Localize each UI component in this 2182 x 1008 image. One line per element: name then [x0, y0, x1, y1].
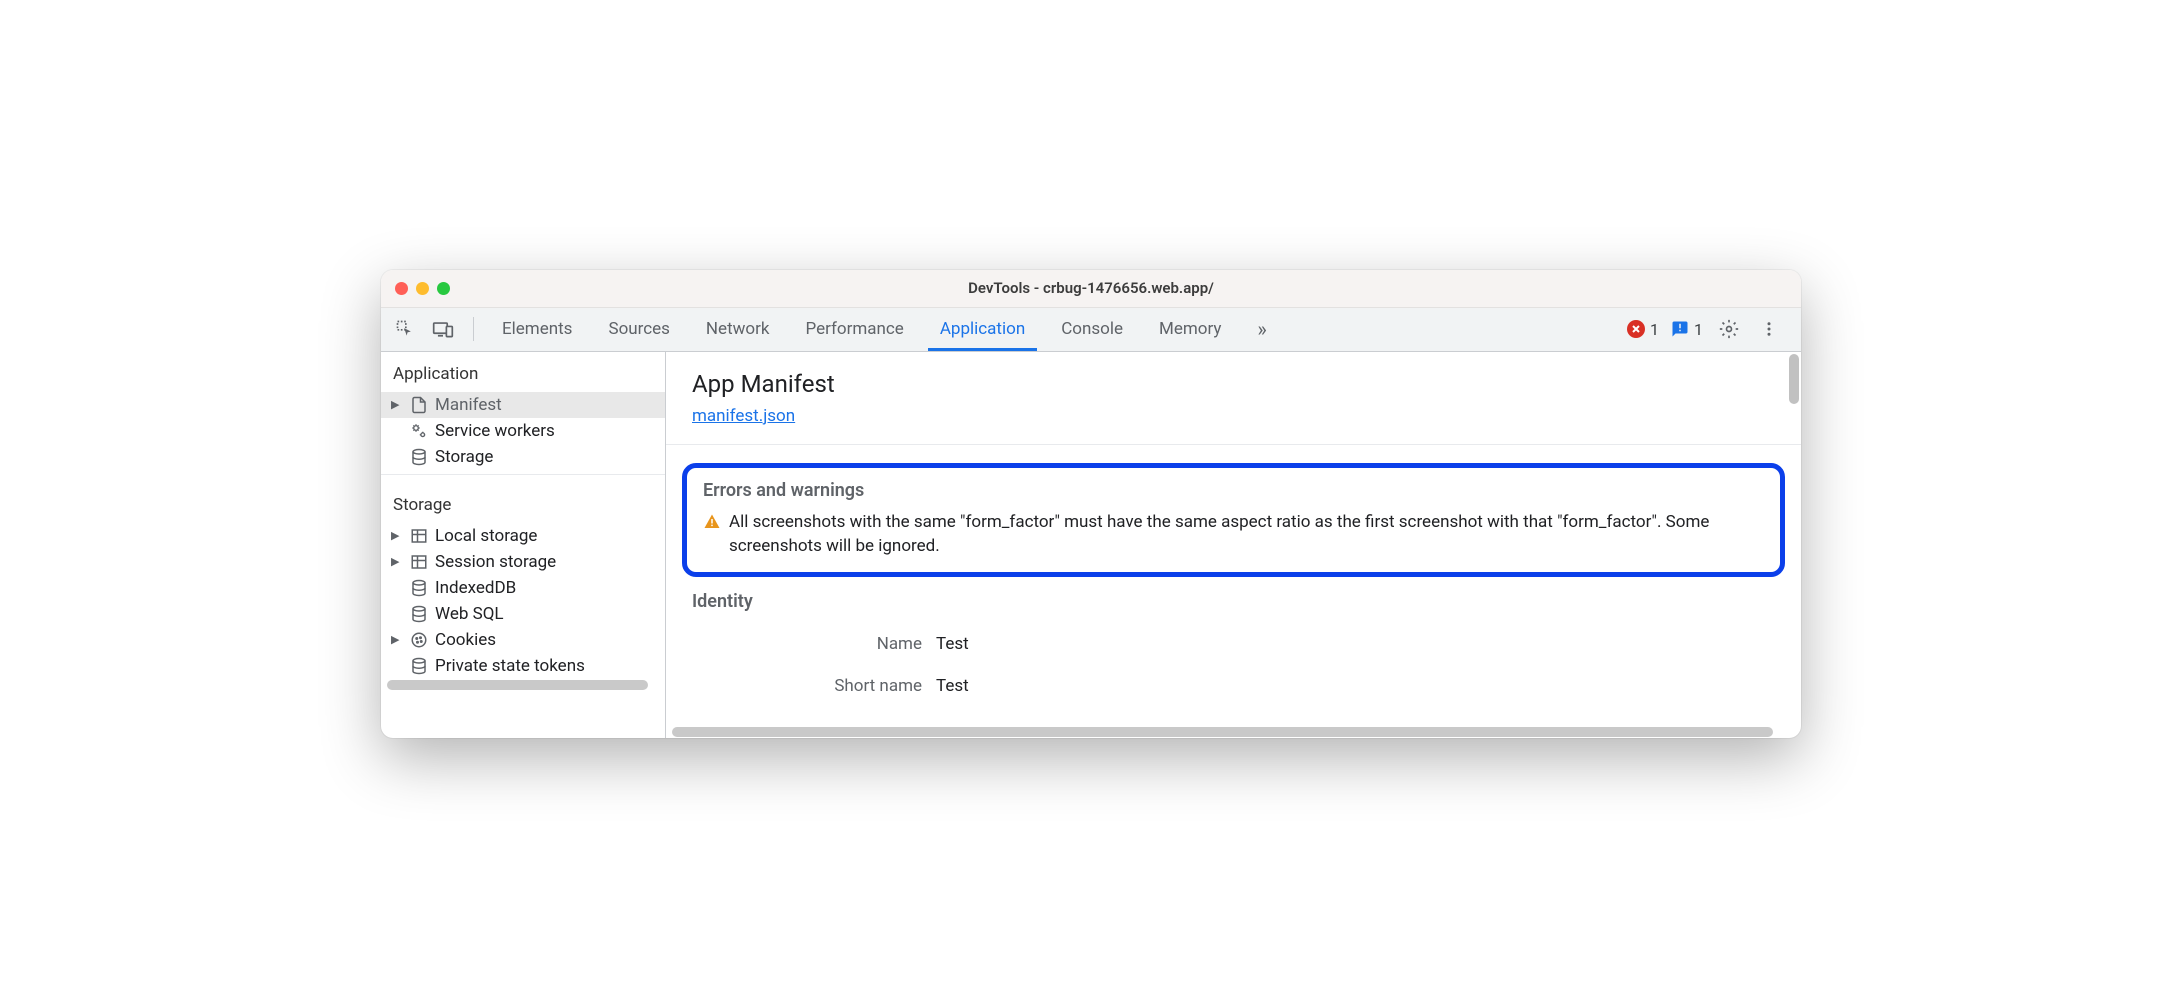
- identity-row-name: Name Test: [692, 634, 1775, 654]
- sidebar: Application ▶ Manifest Service workers: [381, 352, 666, 739]
- traffic-lights: [395, 282, 450, 295]
- file-icon: [409, 395, 429, 415]
- sidebar-item-label: Web SQL: [435, 604, 504, 624]
- sidebar-item-label: Session storage: [435, 552, 556, 572]
- minimize-window-button[interactable]: [416, 282, 429, 295]
- toolbar-divider: [473, 317, 474, 341]
- sidebar-item-label: Storage: [435, 447, 493, 467]
- expand-arrow-icon: ▶: [391, 633, 403, 646]
- identity-section-title: Identity: [692, 591, 1775, 612]
- sidebar-item-label: Local storage: [435, 526, 537, 546]
- sidebar-item-label: Manifest: [435, 395, 502, 415]
- identity-value: Test: [936, 676, 969, 696]
- database-icon: [409, 578, 429, 598]
- issues-count: 1: [1694, 320, 1703, 339]
- identity-key: Name: [692, 634, 922, 654]
- devtools-window: DevTools - crbug-1476656.web.app/ Elemen…: [381, 270, 1801, 739]
- sidebar-item-label: IndexedDB: [435, 578, 516, 598]
- page-title: App Manifest: [692, 370, 1775, 398]
- database-icon: [409, 656, 429, 676]
- errors-warnings-section: Errors and warnings All screenshots with…: [682, 463, 1785, 578]
- sidebar-item-websql[interactable]: Web SQL: [381, 601, 665, 627]
- sidebar-item-manifest[interactable]: ▶ Manifest: [381, 392, 665, 418]
- inspect-element-icon[interactable]: [391, 315, 419, 343]
- content-area: Application ▶ Manifest Service workers: [381, 352, 1801, 739]
- sidebar-item-private-state-tokens[interactable]: Private state tokens: [381, 653, 665, 679]
- settings-icon[interactable]: [1715, 315, 1743, 343]
- sidebar-section-storage: Storage: [381, 483, 665, 523]
- more-options-icon[interactable]: [1755, 315, 1783, 343]
- tab-application[interactable]: Application: [922, 308, 1043, 351]
- errors-warnings-title: Errors and warnings: [703, 480, 1764, 501]
- tab-network[interactable]: Network: [688, 308, 788, 351]
- cookie-icon: [409, 630, 429, 650]
- tab-sources[interactable]: Sources: [590, 308, 687, 351]
- expand-arrow-icon: ▶: [391, 555, 403, 568]
- devtools-toolbar: Elements Sources Network Performance App…: [381, 308, 1801, 352]
- issues-indicator[interactable]: 1: [1671, 320, 1703, 339]
- window-title: DevTools - crbug-1476656.web.app/: [381, 279, 1801, 297]
- tab-console[interactable]: Console: [1043, 308, 1141, 351]
- expand-arrow-icon: ▶: [391, 398, 403, 411]
- device-toolbar-icon[interactable]: [429, 315, 457, 343]
- identity-row-short-name: Short name Test: [692, 676, 1775, 696]
- main-panel: App Manifest manifest.json Errors and wa…: [666, 352, 1801, 739]
- sidebar-item-session-storage[interactable]: ▶ Session storage: [381, 549, 665, 575]
- errors-indicator[interactable]: 1: [1627, 320, 1659, 339]
- sidebar-item-indexeddb[interactable]: IndexedDB: [381, 575, 665, 601]
- database-icon: [409, 447, 429, 467]
- main-vertical-scrollbar[interactable]: [1789, 354, 1799, 404]
- sidebar-section-application: Application: [381, 352, 665, 392]
- tab-performance[interactable]: Performance: [787, 308, 921, 351]
- panel-tabs: Elements Sources Network Performance App…: [484, 308, 1623, 351]
- sidebar-item-label: Service workers: [435, 421, 555, 441]
- issue-icon: [1671, 320, 1689, 338]
- tab-memory[interactable]: Memory: [1141, 308, 1239, 351]
- errors-count: 1: [1650, 320, 1659, 339]
- maximize-window-button[interactable]: [437, 282, 450, 295]
- database-icon: [409, 604, 429, 624]
- table-icon: [409, 552, 429, 572]
- gears-icon: [409, 421, 429, 441]
- warning-text: All screenshots with the same "form_fact…: [729, 511, 1764, 559]
- tab-elements[interactable]: Elements: [484, 308, 590, 351]
- sidebar-horizontal-scrollbar[interactable]: [381, 680, 665, 692]
- tab-more[interactable]: »: [1239, 308, 1284, 351]
- sidebar-item-label: Private state tokens: [435, 656, 585, 676]
- sidebar-item-label: Cookies: [435, 630, 496, 650]
- sidebar-item-cookies[interactable]: ▶ Cookies: [381, 627, 665, 653]
- sidebar-item-storage[interactable]: Storage: [381, 444, 665, 470]
- expand-arrow-icon: ▶: [391, 529, 403, 542]
- manifest-link[interactable]: manifest.json: [692, 406, 795, 426]
- titlebar: DevTools - crbug-1476656.web.app/: [381, 270, 1801, 308]
- identity-value: Test: [936, 634, 969, 654]
- warning-icon: [703, 513, 721, 559]
- sidebar-item-service-workers[interactable]: Service workers: [381, 418, 665, 444]
- main-horizontal-scrollbar[interactable]: [666, 726, 1789, 738]
- sidebar-item-local-storage[interactable]: ▶ Local storage: [381, 523, 665, 549]
- warning-row: All screenshots with the same "form_fact…: [703, 511, 1764, 559]
- close-window-button[interactable]: [395, 282, 408, 295]
- error-icon: [1627, 320, 1645, 338]
- identity-key: Short name: [692, 676, 922, 696]
- table-icon: [409, 526, 429, 546]
